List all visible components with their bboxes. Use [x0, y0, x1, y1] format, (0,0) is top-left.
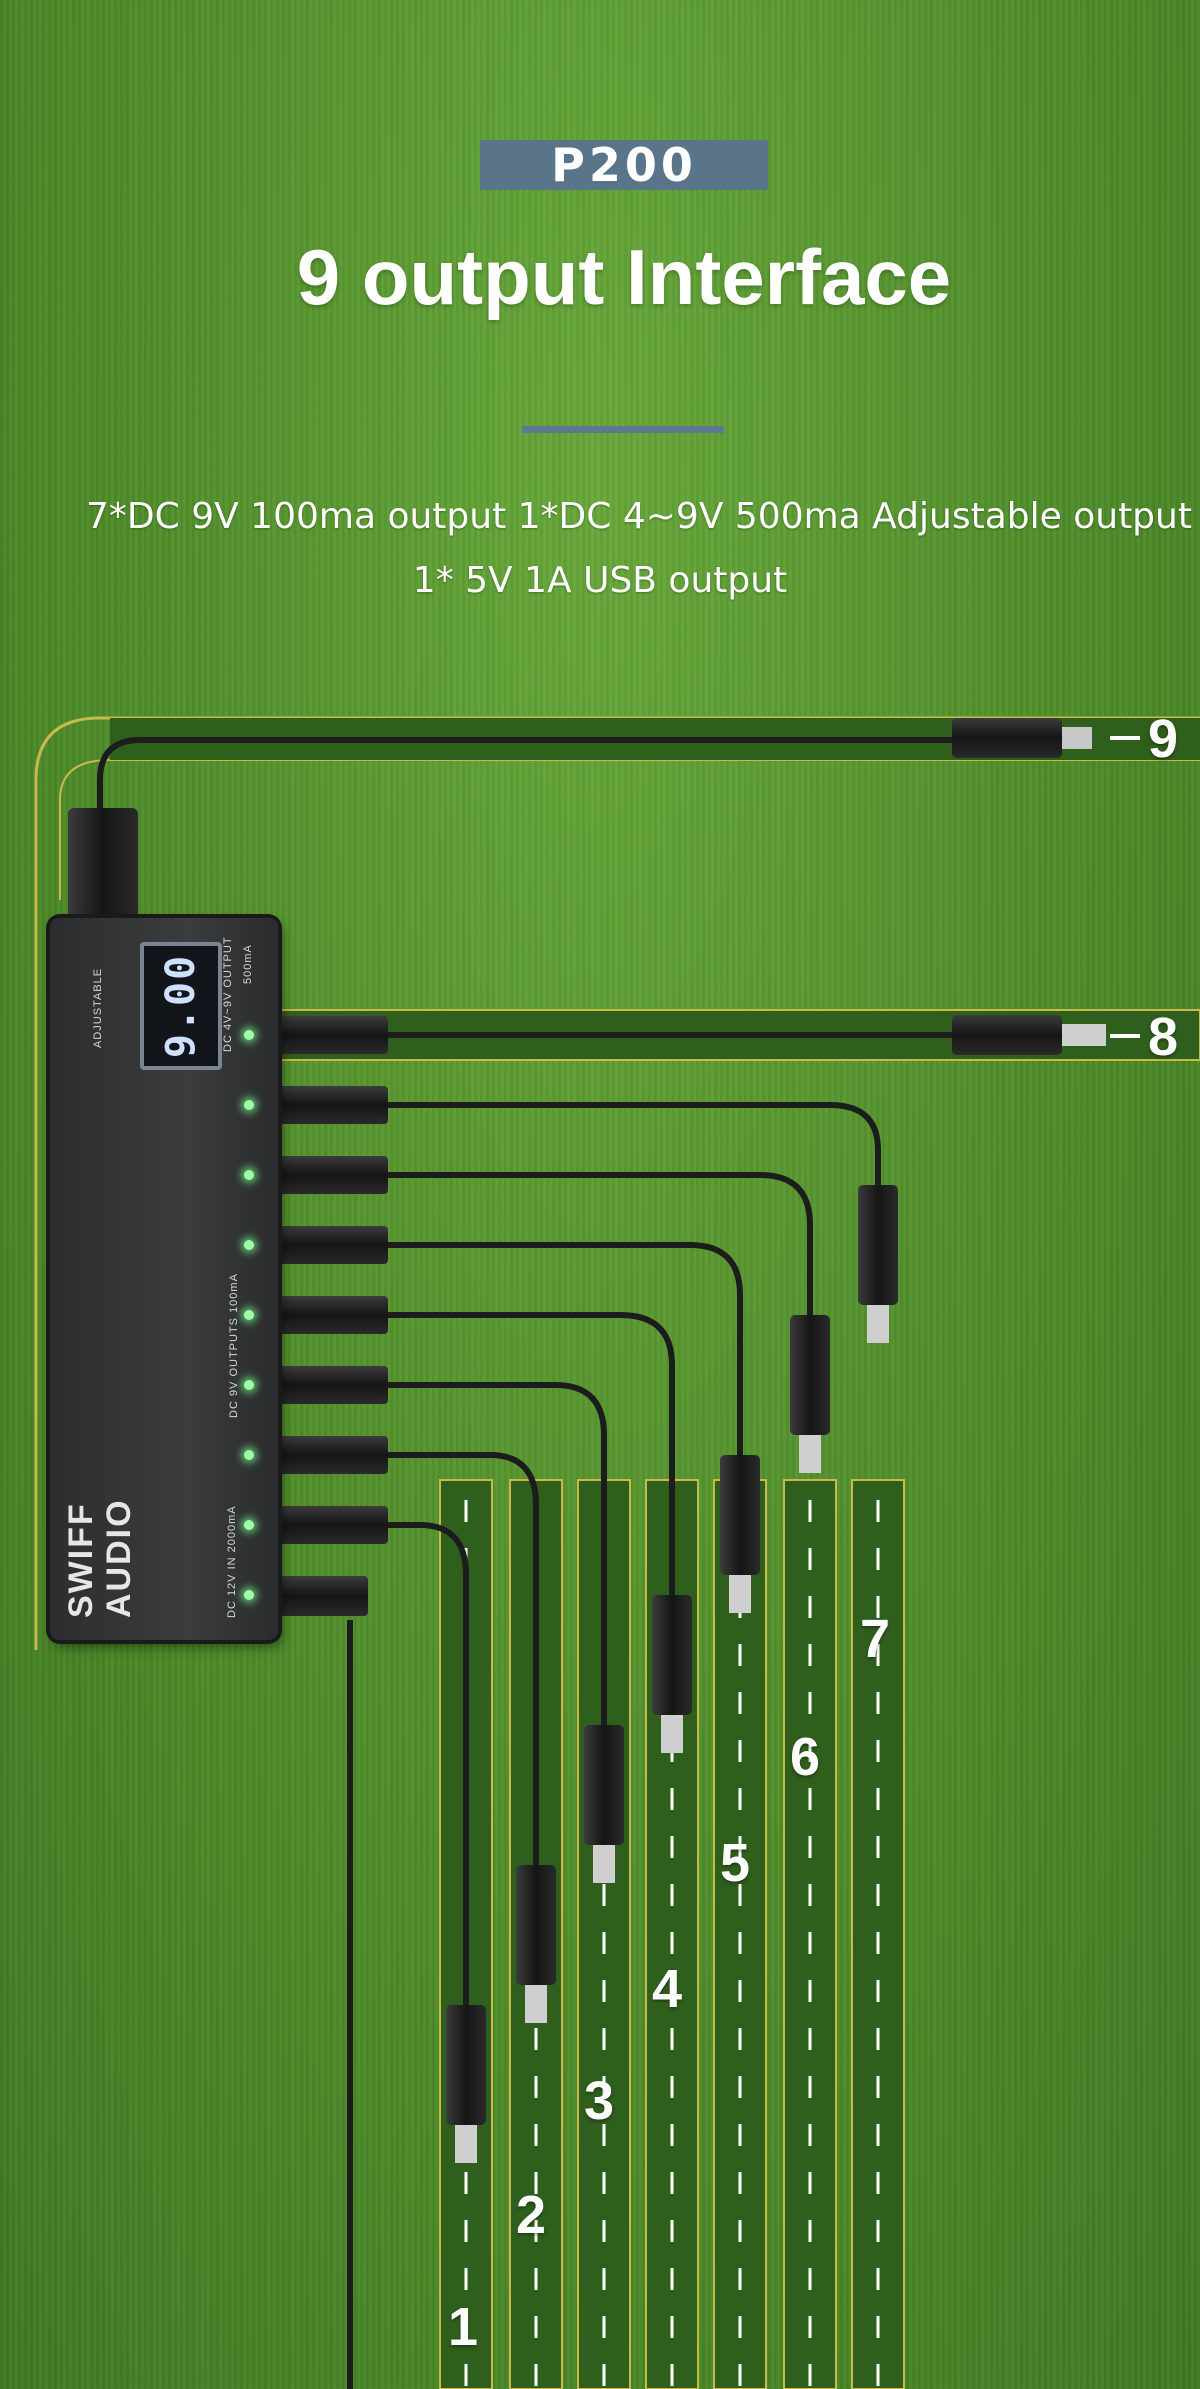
- output-number-3: 3: [584, 2071, 615, 2131]
- adjustable-label: ADJUSTABLE: [92, 967, 104, 1048]
- status-led: [244, 1450, 254, 1460]
- output-number-7: 7: [860, 1609, 891, 1669]
- usb-plug: [68, 808, 138, 918]
- status-led: [244, 1520, 254, 1530]
- plug-8: [952, 1015, 1062, 1055]
- status-led: [244, 1240, 254, 1250]
- status-led: [244, 1170, 254, 1180]
- adjustable-output-label: DC 4V~9V OUTPUT: [222, 936, 234, 1052]
- output-number-5: 5: [720, 1833, 751, 1893]
- status-led: [244, 1310, 254, 1320]
- adjustable-current-label: 500mA: [242, 944, 254, 984]
- status-led: [244, 1030, 254, 1040]
- output-number-8: 8: [1148, 1007, 1179, 1067]
- brand-logo: SWIFF AUDIO: [62, 1498, 138, 1618]
- outputs-label: DC 9V OUTPUTS 100mA: [228, 1273, 240, 1418]
- output-number-1: 1: [448, 2297, 479, 2357]
- cable-5: [380, 1242, 743, 1460]
- status-led: [244, 1590, 254, 1600]
- voltage-display: 9.00: [140, 942, 222, 1070]
- cable-6: [380, 1172, 813, 1330]
- output-number-2: 2: [516, 2185, 547, 2245]
- output-number-9: 9: [1148, 709, 1179, 769]
- status-led: [244, 1380, 254, 1390]
- input-label: DC 12V IN 2000mA: [226, 1505, 238, 1618]
- output-number-4: 4: [652, 1959, 683, 2019]
- output-number-6: 6: [790, 1727, 821, 1787]
- status-led: [244, 1100, 254, 1110]
- power-supply-device: 9.00 ADJUSTABLE DC 4V~9V OUTPUT 500mA DC…: [50, 918, 278, 1640]
- plug-9: [952, 718, 1062, 758]
